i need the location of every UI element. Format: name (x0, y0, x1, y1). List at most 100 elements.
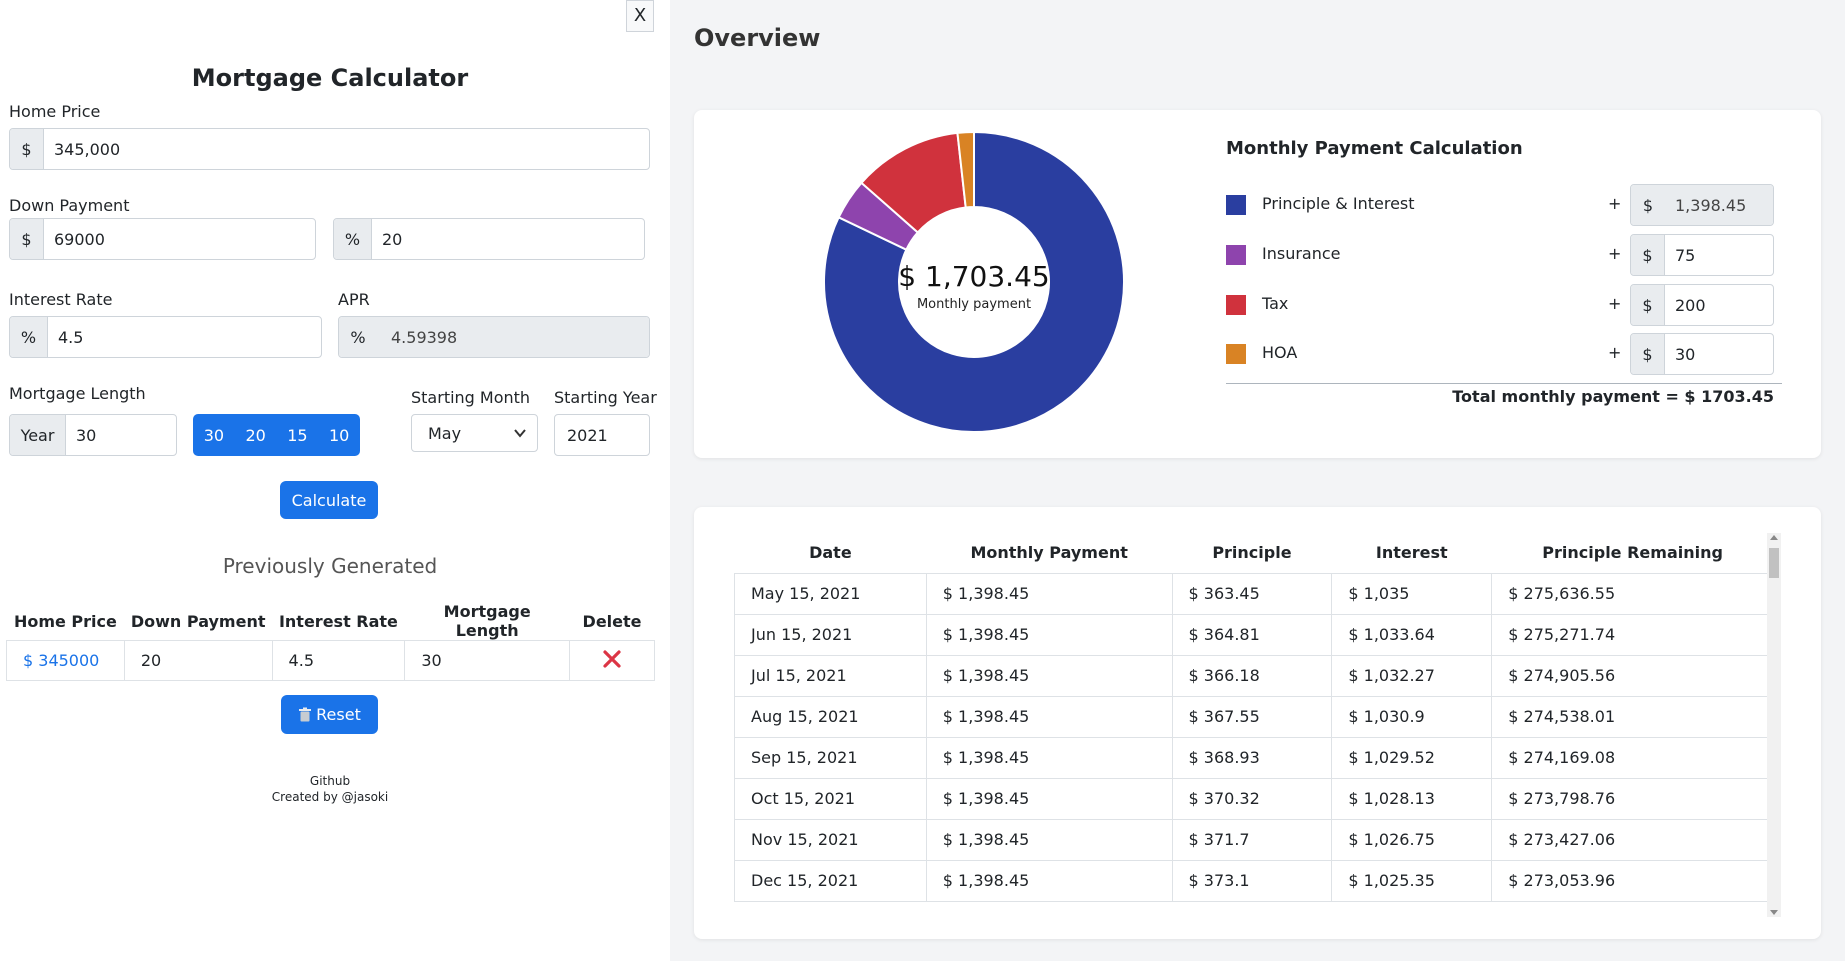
legend-label: HOA (1262, 343, 1298, 362)
plus-sign: + (1608, 294, 1622, 313)
row-date: Jul 15, 2021 (734, 654, 927, 697)
history-mortgage-length: 30 (404, 640, 571, 681)
row-interest: $ 1,026.75 (1331, 818, 1493, 861)
github-link[interactable]: Github (0, 774, 660, 788)
amortization-table: Date Monthly Payment Principle Interest … (734, 533, 1774, 902)
plus-sign: + (1608, 194, 1622, 213)
table-scrollbar[interactable] (1767, 533, 1781, 917)
reset-label: Reset (316, 705, 361, 724)
close-button[interactable]: X (626, 0, 654, 32)
tax-value[interactable]: 200 (1665, 285, 1773, 325)
starting-month-select[interactable]: May (411, 414, 538, 452)
down-payment-percent-value[interactable]: 20 (372, 219, 644, 259)
preset-10-button[interactable]: 10 (318, 414, 360, 456)
row-principle: $ 371.7 (1171, 818, 1333, 861)
breakdown-row-principle-interest: Principle & Interest + $ 1,398.45 (1226, 184, 1782, 226)
interest-rate-input[interactable]: % 4.5 (9, 316, 322, 358)
col-delete: Delete (582, 611, 642, 631)
history-header-row: Home Price Down Payment Interest Rate Mo… (7, 602, 655, 641)
insurance-input[interactable]: $ 75 (1630, 234, 1774, 276)
scroll-down-icon[interactable] (1770, 910, 1778, 915)
row-date: Oct 15, 2021 (734, 777, 927, 820)
down-payment-input[interactable]: $ 69000 (9, 218, 316, 260)
down-payment-value[interactable]: 69000 (44, 219, 315, 259)
mortgage-length-value[interactable]: 30 (66, 415, 176, 455)
table-row: Sep 15, 2021 $ 1,398.45 $ 368.93 $ 1,029.52… (734, 736, 1774, 779)
legend-label: Tax (1262, 294, 1289, 313)
history-home-price-link[interactable]: $ 345000 (6, 640, 125, 681)
plus-sign: + (1608, 244, 1622, 263)
mortgage-length-input[interactable]: Year 30 (9, 414, 177, 456)
table-row: Jun 15, 2021 $ 1,398.45 $ 364.81 $ 1,033.64… (734, 613, 1774, 656)
row-interest: $ 1,029.52 (1331, 736, 1493, 779)
row-date: May 15, 2021 (734, 572, 927, 615)
history-title: Previously Generated (222, 554, 438, 578)
tax-input[interactable]: $ 200 (1630, 284, 1774, 326)
row-principle: $ 373.1 (1171, 859, 1333, 902)
reset-button[interactable]: Reset (281, 695, 378, 734)
legend-label: Principle & Interest (1262, 194, 1415, 213)
col-principle: Principle (1212, 543, 1292, 563)
dollar-prefix: $ (1631, 334, 1665, 374)
starting-year-input[interactable]: 2021 (554, 414, 650, 456)
starting-year-label: Starting Year (554, 388, 657, 407)
hoa-input[interactable]: $ 30 (1630, 333, 1774, 375)
down-payment-percent-input[interactable]: % 20 (333, 218, 645, 260)
row-principle: $ 367.55 (1171, 695, 1333, 738)
col-principle-remaining: Principle Remaining (1542, 543, 1723, 563)
col-down-payment: Down Payment (130, 611, 266, 631)
center-caption: Monthly payment (917, 297, 1031, 312)
calculate-button[interactable]: Calculate (280, 481, 378, 519)
row-monthly-payment: $ 1,398.45 (925, 613, 1173, 656)
chevron-down-icon (514, 429, 526, 438)
starting-year-value[interactable]: 2021 (567, 426, 608, 445)
row-date: Dec 15, 2021 (734, 859, 927, 902)
row-date: Sep 15, 2021 (734, 736, 927, 779)
scroll-up-icon[interactable] (1770, 535, 1778, 540)
table-row: May 15, 2021 $ 1,398.45 $ 363.45 $ 1,035 $ 2… (734, 572, 1774, 615)
scroll-thumb[interactable] (1769, 548, 1779, 578)
col-monthly-payment: Monthly Payment (970, 543, 1128, 563)
preset-20-button[interactable]: 20 (235, 414, 277, 456)
trash-icon (299, 707, 312, 721)
dollar-prefix: $ (1631, 185, 1665, 225)
page-title: Mortgage Calculator (191, 64, 469, 92)
hoa-value[interactable]: 30 (1665, 334, 1773, 374)
legend-swatch (1226, 295, 1246, 315)
starting-month-value: May (428, 423, 462, 443)
delete-x-icon[interactable] (602, 649, 622, 669)
insurance-value[interactable]: 75 (1665, 235, 1773, 275)
table-row: Oct 15, 2021 $ 1,398.45 $ 370.32 $ 1,028.13… (734, 777, 1774, 820)
row-date: Nov 15, 2021 (734, 818, 927, 861)
legend-label: Insurance (1262, 244, 1341, 263)
row-monthly-payment: $ 1,398.45 (925, 777, 1173, 820)
history-table: Home Price Down Payment Interest Rate Mo… (6, 602, 655, 681)
payment-donut-chart: $ 1,703.45 Monthly payment (824, 132, 1124, 432)
interest-rate-value[interactable]: 4.5 (48, 317, 321, 357)
home-price-input[interactable]: $ 345,000 (9, 128, 650, 170)
history-interest-rate: 4.5 (271, 640, 406, 681)
col-date: Date (809, 543, 852, 563)
year-prefix: Year (10, 415, 66, 455)
dollar-prefix: $ (10, 219, 44, 259)
row-monthly-payment: $ 1,398.45 (925, 654, 1173, 697)
breakdown-row-insurance: Insurance + $ 75 (1226, 234, 1782, 276)
row-interest: $ 1,033.64 (1331, 613, 1493, 656)
preset-30-button[interactable]: 30 (193, 414, 235, 456)
row-principle: $ 368.93 (1171, 736, 1333, 779)
total-divider (1226, 383, 1782, 384)
table-row: Nov 15, 2021 $ 1,398.45 $ 371.7 $ 1,026.75 $… (734, 818, 1774, 861)
delete-cell[interactable] (569, 640, 655, 681)
dollar-prefix: $ (10, 129, 44, 169)
home-price-value[interactable]: 345,000 (44, 129, 649, 169)
preset-15-button[interactable]: 15 (277, 414, 319, 456)
row-monthly-payment: $ 1,398.45 (925, 695, 1173, 738)
row-date: Aug 15, 2021 (734, 695, 927, 738)
table-row: $ 345000 20 4.5 30 (6, 640, 655, 681)
plus-sign: + (1608, 343, 1622, 362)
col-home-price: Home Price (13, 611, 117, 631)
principle-interest-input: $ 1,398.45 (1630, 184, 1774, 226)
row-interest: $ 1,035 (1331, 572, 1493, 615)
table-row: Aug 15, 2021 $ 1,398.45 $ 367.55 $ 1,030.9 $… (734, 695, 1774, 738)
col-interest: Interest (1375, 543, 1448, 563)
